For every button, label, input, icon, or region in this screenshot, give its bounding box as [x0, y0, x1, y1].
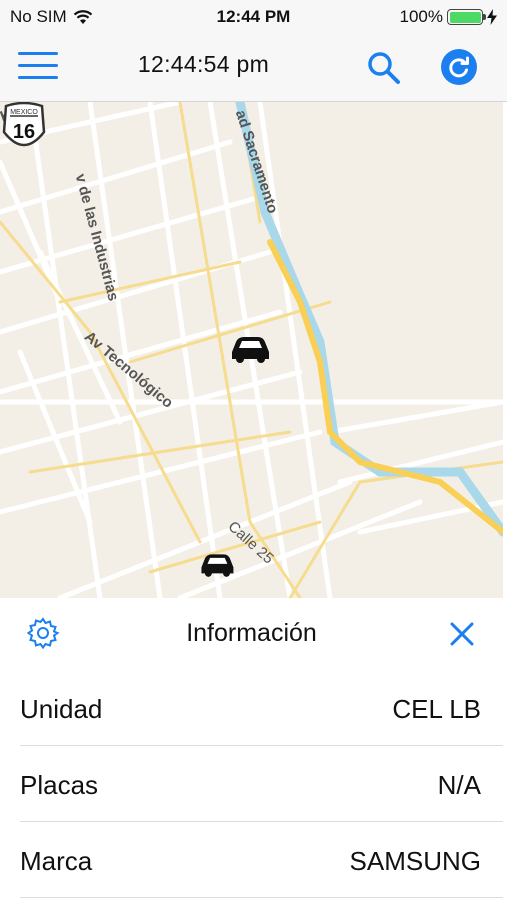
battery-fill — [449, 11, 481, 23]
refresh-icon — [441, 49, 477, 85]
close-icon — [450, 622, 474, 646]
map-view[interactable]: Hon v de las Industrias ad Sacramento Av… — [0, 102, 503, 598]
highway-shield-icon: MEXICO 16 — [2, 102, 46, 147]
search-button[interactable] — [364, 48, 404, 88]
shield-country: MEXICO — [10, 109, 38, 116]
car-icon[interactable] — [228, 330, 272, 364]
info-row-marca: Marca SAMSUNG — [20, 822, 503, 898]
info-row-label: Marca — [20, 846, 93, 876]
info-row-value: CEL LB — [392, 694, 481, 724]
nav-bar: 12:44:54 pm — [0, 34, 507, 102]
info-panel-header: Información — [0, 598, 507, 670]
info-row-placas: Placas N/A — [20, 746, 503, 822]
close-button[interactable] — [446, 618, 478, 650]
battery-icon — [447, 9, 486, 25]
info-panel-title: Información — [186, 619, 317, 647]
refresh-button[interactable] — [440, 48, 478, 86]
shield-number: 16 — [13, 121, 35, 143]
charging-bolt-icon — [487, 9, 497, 25]
status-bar: No SIM 12:44 PM 100% — [0, 0, 507, 34]
clock-title: 12:44:54 pm — [137, 51, 270, 77]
info-panel: Información Unidad CEL LB Placas N/A Mar… — [0, 598, 507, 900]
battery-percent: 100% — [399, 7, 443, 26]
info-row-label: Unidad — [20, 694, 103, 724]
car-icon[interactable] — [198, 548, 236, 578]
status-right: 100% — [400, 7, 497, 27]
info-row-value: SAMSUNG — [349, 846, 481, 876]
info-row-label: Placas — [20, 770, 99, 800]
search-icon — [368, 52, 400, 84]
info-row-unidad: Unidad CEL LB — [20, 670, 503, 746]
info-row-value: N/A — [437, 770, 481, 800]
